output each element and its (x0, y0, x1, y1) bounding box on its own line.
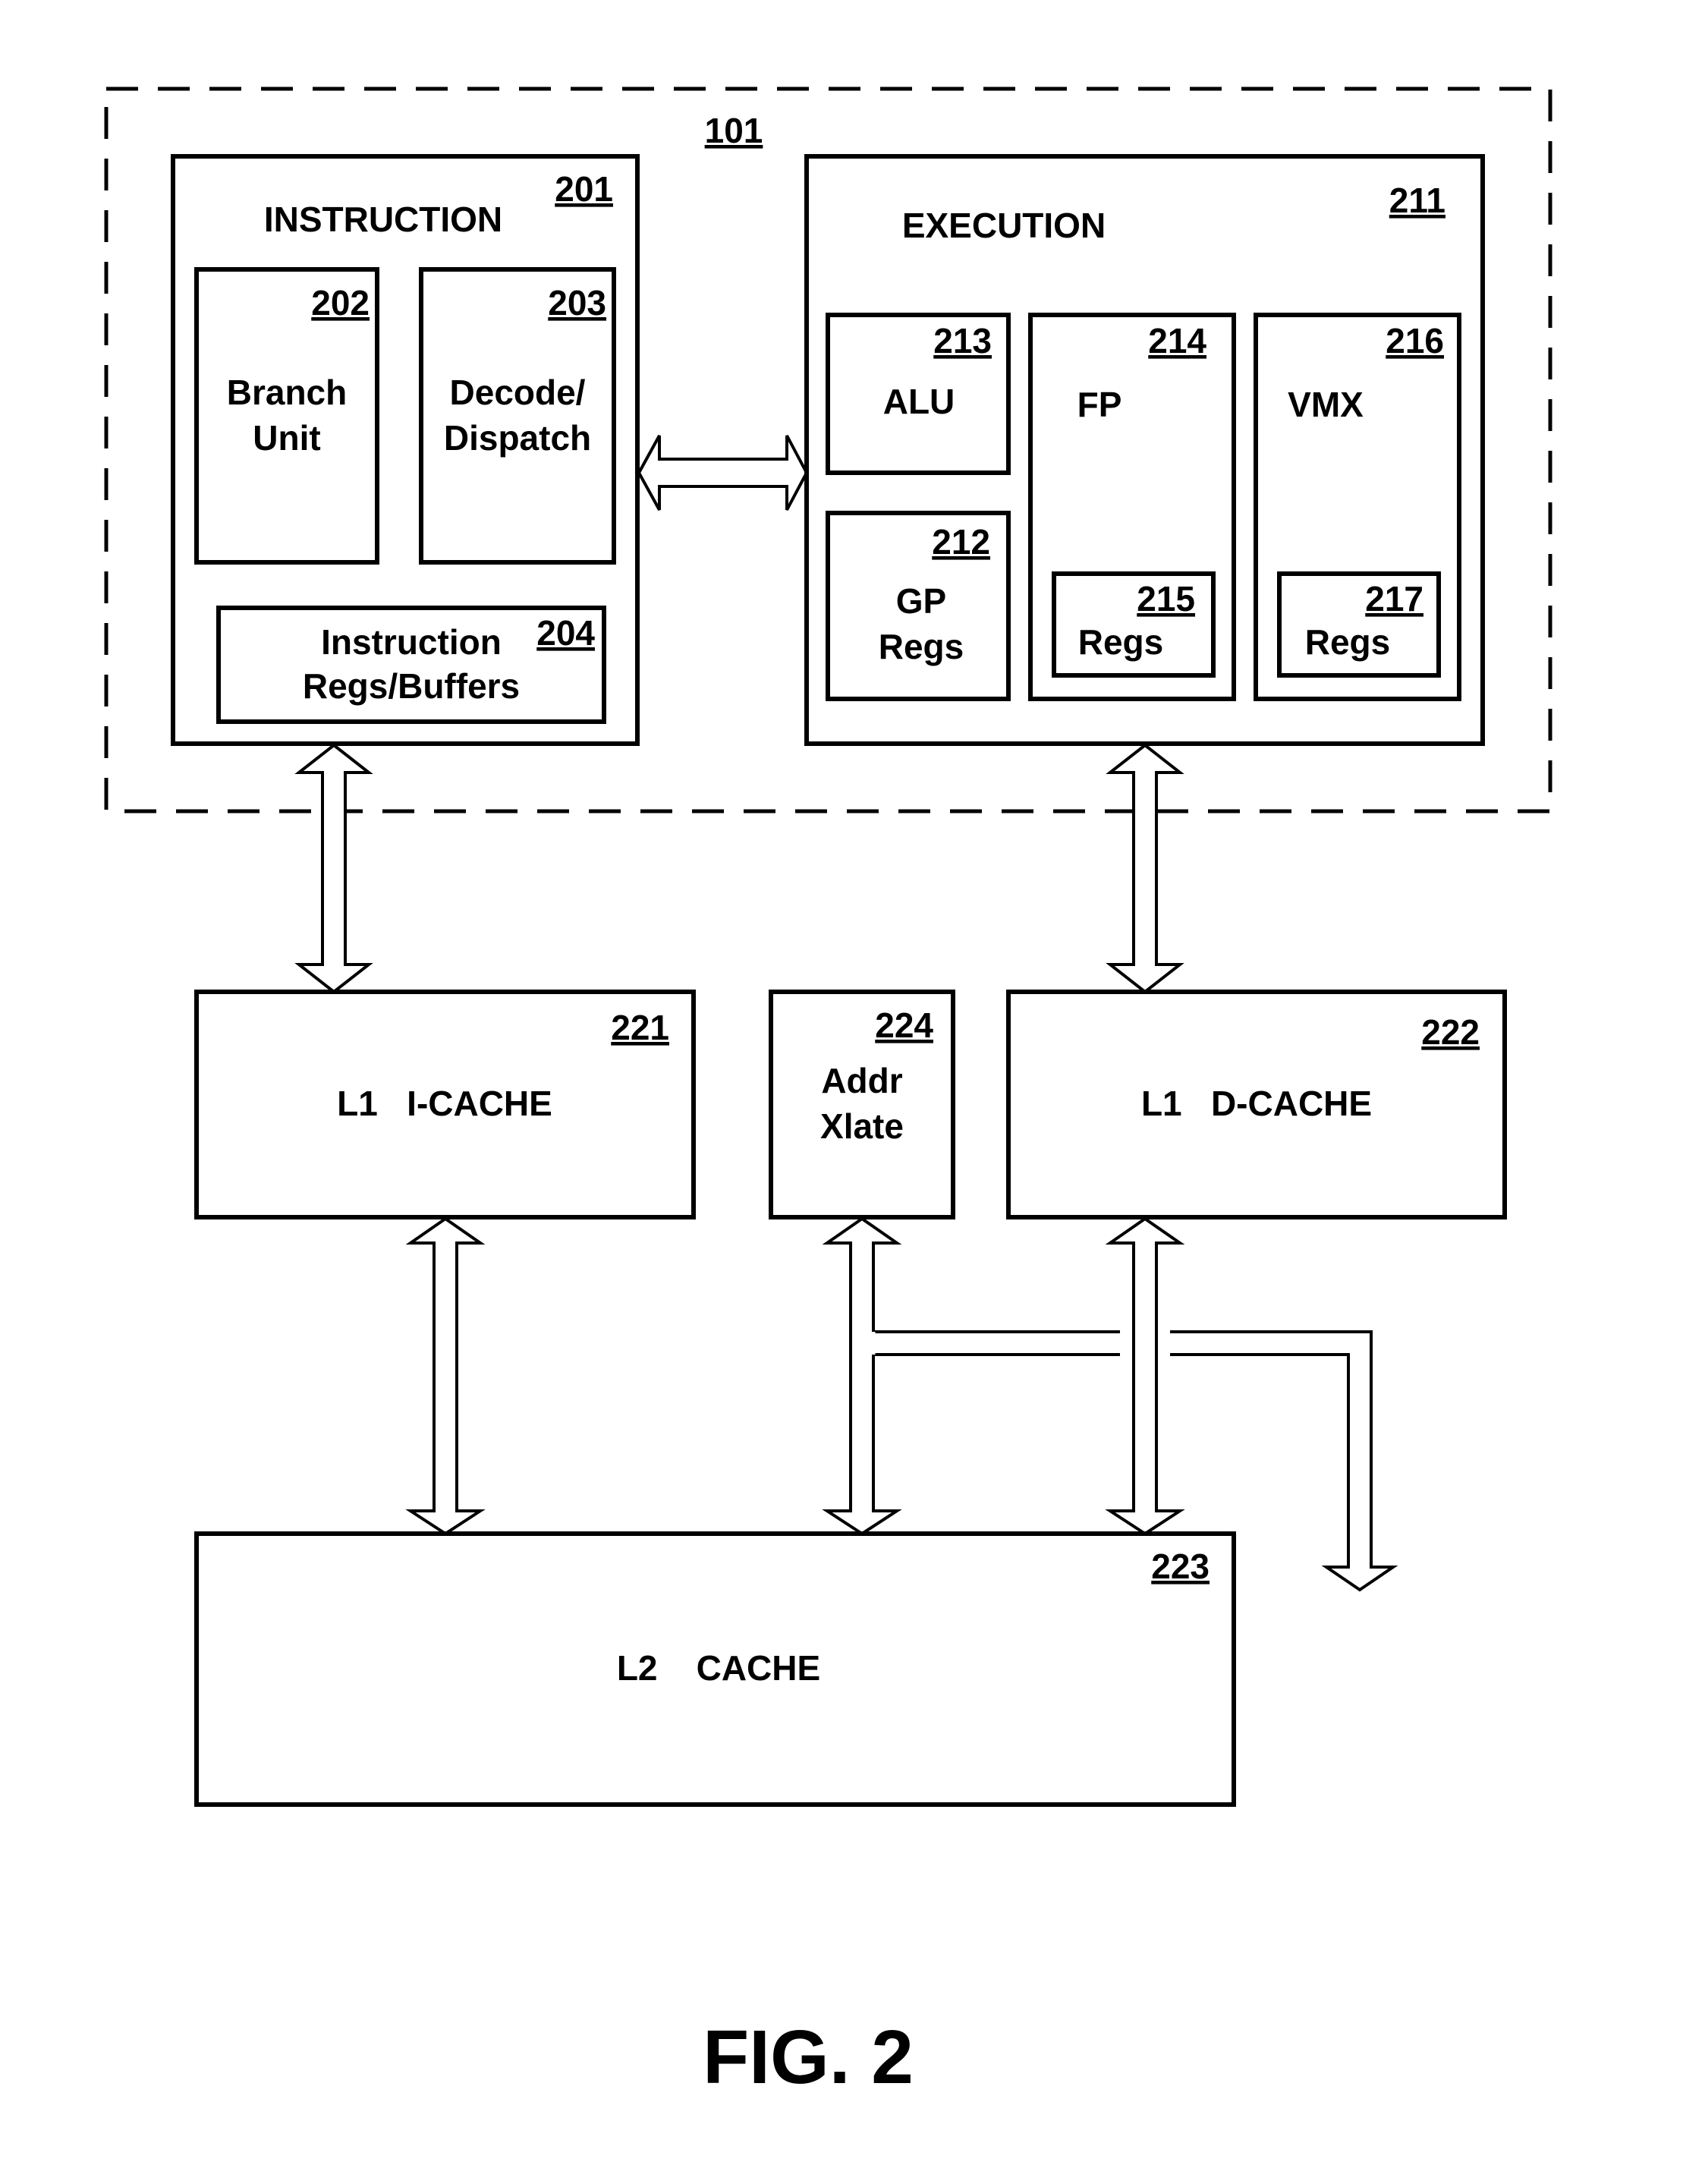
alu-unit: 213 ALU (826, 313, 1011, 475)
instruction-unit-title: INSTRUCTION (264, 200, 502, 239)
l1-icache-ref: 221 (611, 1008, 669, 1047)
l1-dcache: 222 L1 D-CACHE (1006, 990, 1507, 1219)
instruction-regs-label-2: Regs/Buffers (303, 666, 520, 706)
decode-dispatch-ref: 203 (548, 283, 606, 323)
processor-ref-label: 101 (705, 111, 763, 150)
execution-unit-ref: 211 (1389, 181, 1445, 220)
instruction-execution-arrow (637, 435, 809, 511)
decode-dispatch-label-1: Decode/ (450, 373, 586, 412)
branch-unit-ref: 202 (311, 283, 370, 323)
addr-xlate: 224 Addr Xlate (769, 990, 955, 1219)
gp-regs-ref: 212 (932, 522, 990, 562)
fp-regs-label: Regs (1078, 622, 1163, 662)
instruction-regs-buffers: 204 Instruction Regs/Buffers (216, 606, 606, 724)
gp-regs-label-2: Regs (879, 627, 964, 666)
gp-regs-label-1: GP (896, 581, 946, 621)
alu-ref: 213 (933, 321, 992, 360)
figure-caption: FIG. 2 (703, 2015, 914, 2100)
xlate-l2-arrow (822, 1216, 902, 1536)
branch-unit: 202 Branch Unit (194, 267, 379, 565)
l1-dcache-ref: 222 (1421, 1012, 1480, 1052)
fp-ref: 214 (1148, 321, 1206, 360)
instruction-unit: INSTRUCTION 201 202 Branch Unit 203 Deco… (171, 154, 640, 746)
instruction-unit-ref: 201 (555, 169, 613, 209)
l1-icache: 221 L1 I-CACHE (194, 990, 696, 1219)
gp-regs-unit: 212 GP Regs (826, 511, 1011, 701)
instruction-icache-arrow (294, 743, 373, 994)
l2-cache-ref: 223 (1151, 1547, 1210, 1586)
icache-l2-arrow (405, 1216, 486, 1536)
decode-dispatch-unit: 203 Decode/ Dispatch (419, 267, 616, 565)
vmx-unit: 216 VMX 217 Regs (1254, 313, 1461, 701)
execution-dcache-arrow (1106, 743, 1184, 994)
execution-unit-title: EXECUTION (902, 206, 1106, 245)
vmx-ref: 216 (1386, 321, 1444, 360)
alu-label: ALU (883, 382, 955, 421)
addr-xlate-ref: 224 (875, 1005, 933, 1045)
processor-block-diagram: 101 INSTRUCTION 201 202 Branch Unit 203 … (104, 87, 1552, 2100)
l2-cache: 223 L2 CACHE (194, 1531, 1236, 1807)
vmx-regs-label: Regs (1305, 622, 1390, 662)
l1-icache-label: L1 I-CACHE (337, 1084, 552, 1123)
l1-dcache-label: L1 D-CACHE (1141, 1084, 1372, 1123)
vmx-label: VMX (1288, 385, 1364, 424)
l2-cache-label: L2 CACHE (617, 1648, 820, 1688)
fp-label: FP (1077, 385, 1122, 424)
instruction-regs-ref: 204 (536, 613, 595, 653)
fp-unit: 214 FP 215 Regs (1028, 313, 1236, 701)
addr-xlate-label-1: Addr (821, 1061, 902, 1100)
branch-unit-label-2: Unit (253, 418, 320, 458)
instruction-regs-label-1: Instruction (321, 622, 502, 662)
fp-regs-ref: 215 (1137, 579, 1195, 618)
addr-xlate-label-2: Xlate (820, 1106, 904, 1146)
execution-unit: EXECUTION 211 213 ALU 212 GP Regs 214 FP… (804, 154, 1485, 746)
dcache-l2-arrow (1105, 1216, 1185, 1536)
branch-unit-label-1: Branch (227, 373, 347, 412)
decode-dispatch-label-2: Dispatch (444, 418, 591, 458)
vmx-regs-ref: 217 (1365, 579, 1423, 618)
